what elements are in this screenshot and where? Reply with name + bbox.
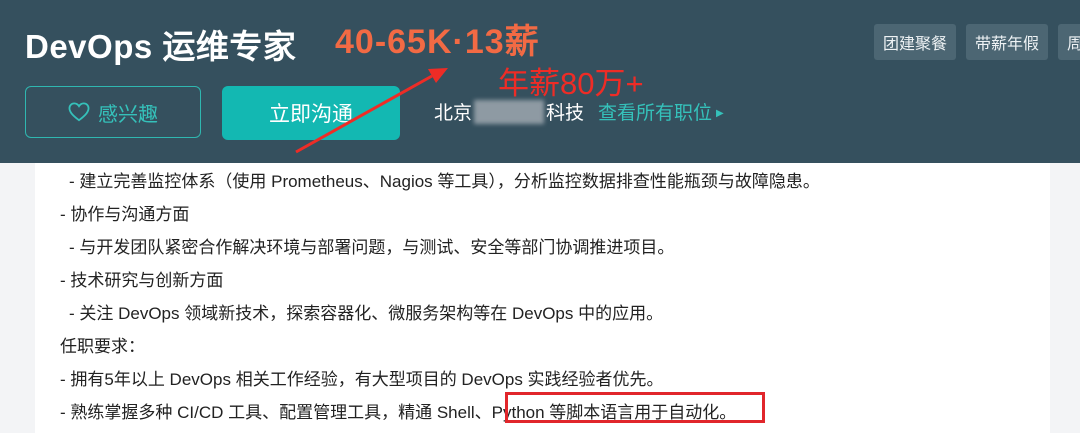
annotation-arrow-icon: [295, 68, 448, 154]
